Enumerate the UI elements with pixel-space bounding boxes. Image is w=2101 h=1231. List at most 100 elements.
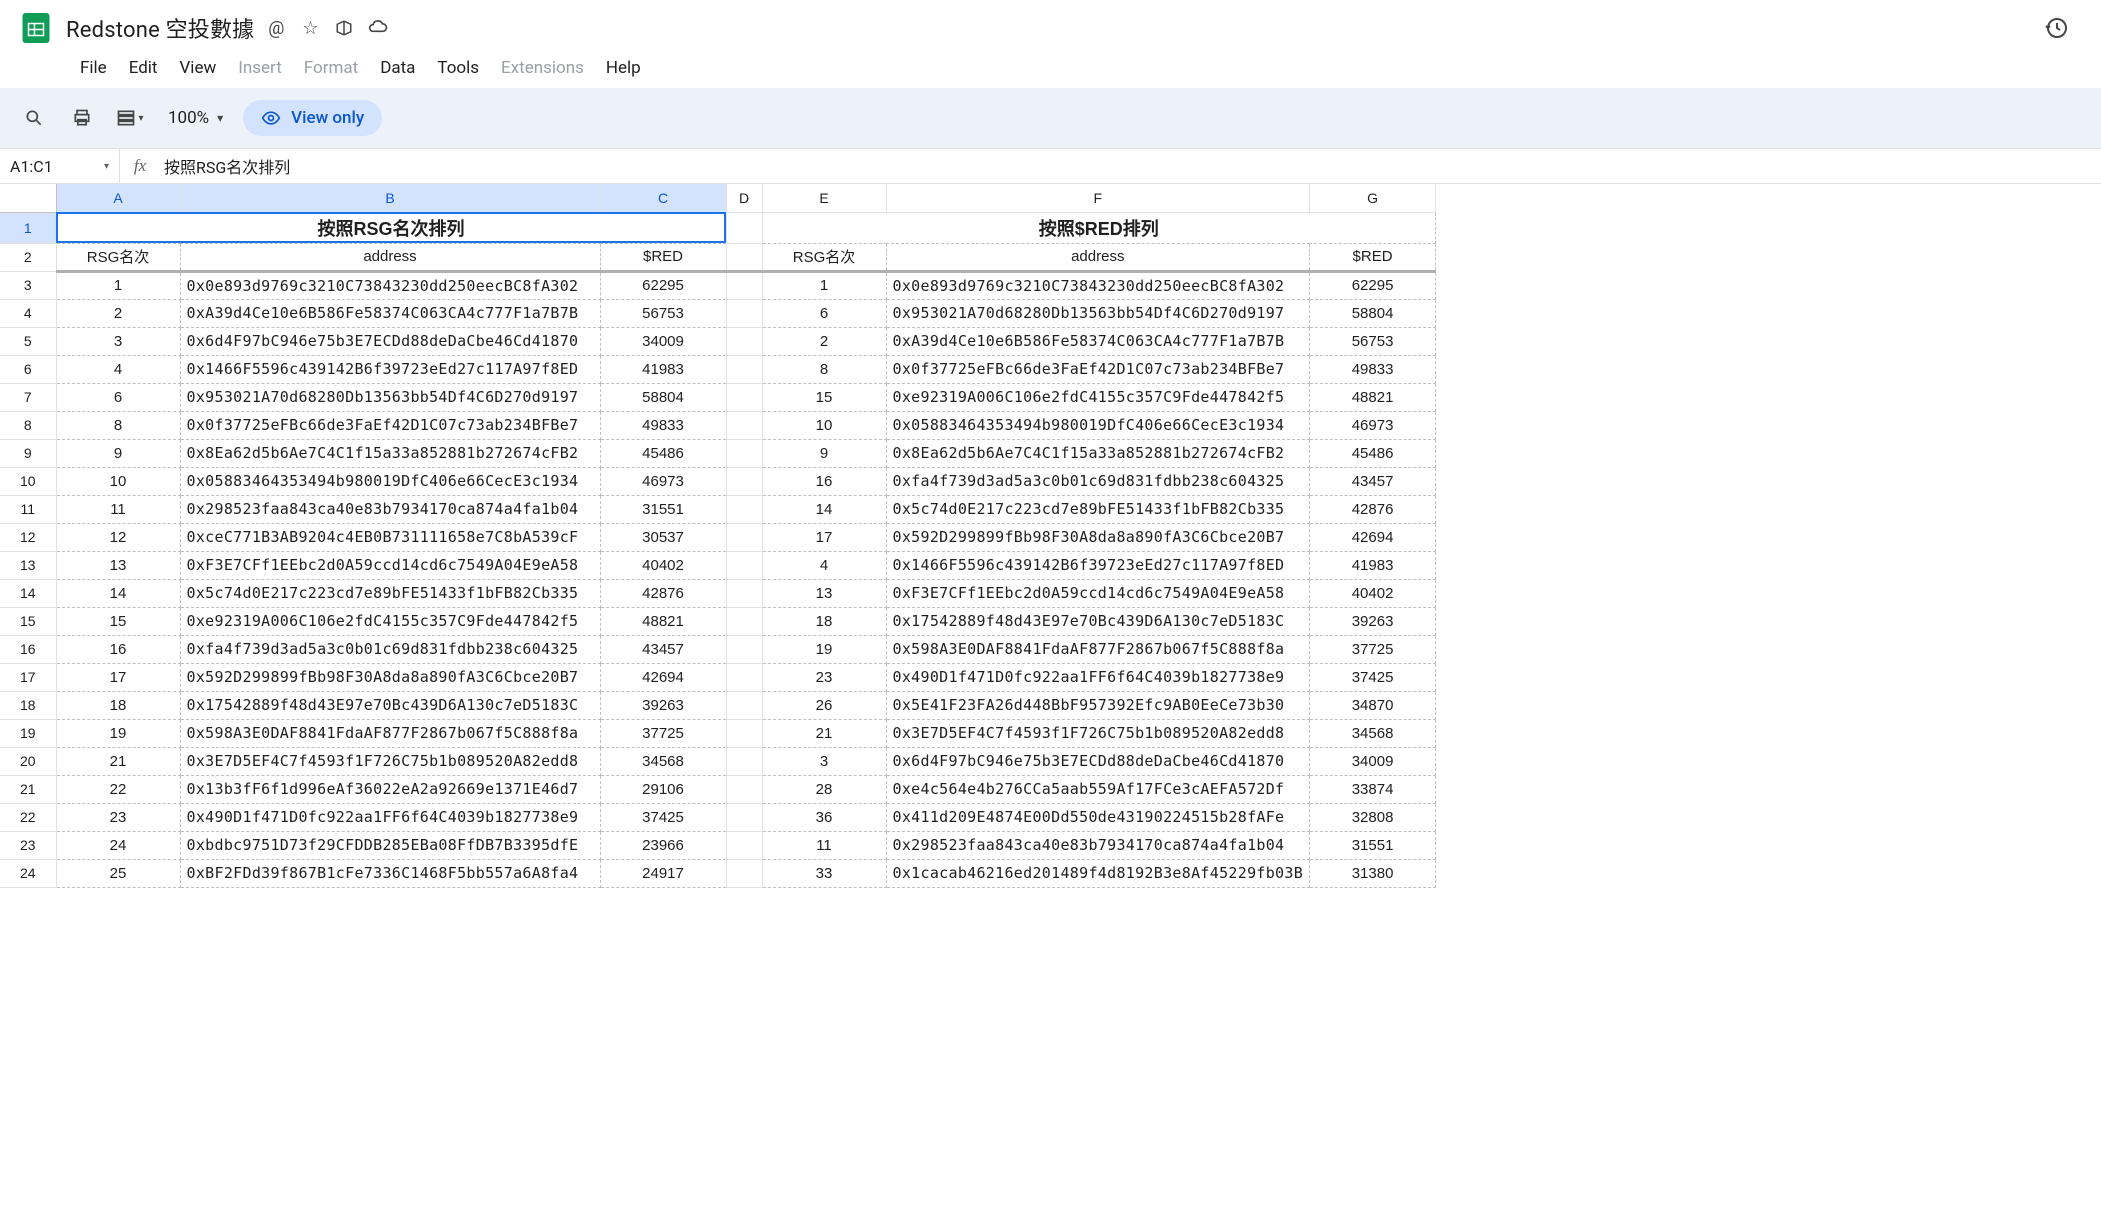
cell-B16[interactable]: 0xfa4f739d3ad5a3c0b01c69d831fdbb238c6043… (180, 635, 600, 663)
cell-A14[interactable]: 14 (56, 579, 180, 607)
cell-D8[interactable] (726, 411, 762, 439)
cell-G24[interactable]: 31380 (1310, 859, 1436, 887)
cell-B22[interactable]: 0x490D1f471D0fc922aa1FF6f64C4039b1827738… (180, 803, 600, 831)
filter-views-button[interactable]: ▾ (112, 100, 148, 136)
cell-C9[interactable]: 45486 (600, 439, 726, 467)
menu-view[interactable]: View (169, 52, 226, 84)
cell-C23[interactable]: 23966 (600, 831, 726, 859)
cell-B4[interactable]: 0xA39d4Ce10e6B586Fe58374C063CA4c777F1a7B… (180, 299, 600, 327)
row-header-16[interactable]: 16 (0, 635, 56, 663)
cell-A9[interactable]: 9 (56, 439, 180, 467)
row-header-3[interactable]: 3 (0, 271, 56, 299)
cell-E11[interactable]: 14 (762, 495, 886, 523)
cell-B9[interactable]: 0x8Ea62d5b6Ae7C4C1f15a33a852881b272674cF… (180, 439, 600, 467)
version-history-button[interactable] (2037, 8, 2077, 48)
cell-B3[interactable]: 0x0e893d9769c3210C73843230dd250eecBC8fA3… (180, 271, 600, 299)
cell-A12[interactable]: 12 (56, 523, 180, 551)
cell-G7[interactable]: 48821 (1310, 383, 1436, 411)
row-header-1[interactable]: 1 (0, 212, 56, 243)
cell-B11[interactable]: 0x298523faa843ca40e83b7934170ca874a4fa1b… (180, 495, 600, 523)
menu-data[interactable]: Data (370, 52, 425, 84)
cell-A4[interactable]: 2 (56, 299, 180, 327)
cell-A17[interactable]: 17 (56, 663, 180, 691)
row-header-6[interactable]: 6 (0, 355, 56, 383)
cell-G15[interactable]: 39263 (1310, 607, 1436, 635)
cell-E8[interactable]: 10 (762, 411, 886, 439)
row-header-12[interactable]: 12 (0, 523, 56, 551)
sheets-app-icon[interactable] (16, 8, 56, 48)
cell-D9[interactable] (726, 439, 762, 467)
select-all-corner[interactable] (0, 184, 56, 212)
cell-F18[interactable]: 0x5E41F23FA26d448BbF957392Efc9AB0EeCe73b… (886, 691, 1310, 719)
cell-E19[interactable]: 21 (762, 719, 886, 747)
cell-E15[interactable]: 18 (762, 607, 886, 635)
cell-B12[interactable]: 0xceC771B3AB9204c4EB0B731111658e7C8bA539… (180, 523, 600, 551)
cell-E14[interactable]: 13 (762, 579, 886, 607)
menu-help[interactable]: Help (596, 52, 651, 84)
cell-E12[interactable]: 17 (762, 523, 886, 551)
cell-C7[interactable]: 58804 (600, 383, 726, 411)
print-button[interactable] (64, 100, 100, 136)
cell-C10[interactable]: 46973 (600, 467, 726, 495)
formula-input[interactable]: 按照RSG名次排列 (160, 154, 2101, 178)
cell-C24[interactable]: 24917 (600, 859, 726, 887)
cell-D18[interactable] (726, 691, 762, 719)
cell-G3[interactable]: 62295 (1310, 271, 1436, 299)
cell-B10[interactable]: 0x05883464353494b980019DfC406e66CecE3c19… (180, 467, 600, 495)
cell-merged-right-title[interactable]: 按照$RED排列 (762, 212, 1436, 243)
cell-D19[interactable] (726, 719, 762, 747)
row-header-7[interactable]: 7 (0, 383, 56, 411)
cell-B5[interactable]: 0x6d4F97bC946e75b3E7ECDd88deDaCbe46Cd418… (180, 327, 600, 355)
cell-G9[interactable]: 45486 (1310, 439, 1436, 467)
row-header-13[interactable]: 13 (0, 551, 56, 579)
cell-D17[interactable] (726, 663, 762, 691)
cell-C6[interactable]: 41983 (600, 355, 726, 383)
cell-F20[interactable]: 0x6d4F97bC946e75b3E7ECDd88deDaCbe46Cd418… (886, 747, 1310, 775)
cell-A3[interactable]: 1 (56, 271, 180, 299)
cell-F17[interactable]: 0x490D1f471D0fc922aa1FF6f64C4039b1827738… (886, 663, 1310, 691)
cell-G10[interactable]: 43457 (1310, 467, 1436, 495)
row-header-20[interactable]: 20 (0, 747, 56, 775)
cell-D4[interactable] (726, 299, 762, 327)
cell-F10[interactable]: 0xfa4f739d3ad5a3c0b01c69d831fdbb238c6043… (886, 467, 1310, 495)
cell-G23[interactable]: 31551 (1310, 831, 1436, 859)
cell-F8[interactable]: 0x05883464353494b980019DfC406e66CecE3c19… (886, 411, 1310, 439)
star-icon[interactable]: ☆ (300, 18, 320, 38)
cell-A20[interactable]: 21 (56, 747, 180, 775)
cell-G14[interactable]: 40402 (1310, 579, 1436, 607)
cell-G8[interactable]: 46973 (1310, 411, 1436, 439)
row-header-15[interactable]: 15 (0, 607, 56, 635)
row-header-21[interactable]: 21 (0, 775, 56, 803)
cell-A10[interactable]: 10 (56, 467, 180, 495)
zoom-selector[interactable]: 100% ▾ (160, 108, 231, 128)
cell-E10[interactable]: 16 (762, 467, 886, 495)
cell-G6[interactable]: 49833 (1310, 355, 1436, 383)
cell-D1[interactable] (726, 212, 762, 243)
cell-B13[interactable]: 0xF3E7CFf1EEbc2d0A59ccd14cd6c7549A04E9eA… (180, 551, 600, 579)
cell-B23[interactable]: 0xbdbc9751D73f29CFDDB285EBa08FfDB7B3395d… (180, 831, 600, 859)
cell-D14[interactable] (726, 579, 762, 607)
cell-F16[interactable]: 0x598A3E0DAF8841FdaAF877F2867b067f5C888f… (886, 635, 1310, 663)
cell-F23[interactable]: 0x298523faa843ca40e83b7934170ca874a4fa1b… (886, 831, 1310, 859)
cell-B24[interactable]: 0xBF2FDd39f867B1cFe7336C1468F5bb557a6A8f… (180, 859, 600, 887)
cell-D12[interactable] (726, 523, 762, 551)
cell-B19[interactable]: 0x598A3E0DAF8841FdaAF877F2867b067f5C888f… (180, 719, 600, 747)
cell-G11[interactable]: 42876 (1310, 495, 1436, 523)
menu-tools[interactable]: Tools (427, 52, 489, 84)
cell-D10[interactable] (726, 467, 762, 495)
cell-G4[interactable]: 58804 (1310, 299, 1436, 327)
column-header-D[interactable]: D (726, 184, 762, 212)
row-header-22[interactable]: 22 (0, 803, 56, 831)
cell-F13[interactable]: 0x1466F5596c439142B6f39723eEd27c117A97f8… (886, 551, 1310, 579)
cell-A21[interactable]: 22 (56, 775, 180, 803)
cell-G18[interactable]: 34870 (1310, 691, 1436, 719)
cell-F7[interactable]: 0xe92319A006C106e2fdC4155c357C9Fde447842… (886, 383, 1310, 411)
cell-C4[interactable]: 56753 (600, 299, 726, 327)
cell-F2[interactable]: address (886, 243, 1310, 271)
search-button[interactable] (16, 100, 52, 136)
cell-D7[interactable] (726, 383, 762, 411)
cell-E5[interactable]: 2 (762, 327, 886, 355)
cell-D3[interactable] (726, 271, 762, 299)
row-header-10[interactable]: 10 (0, 467, 56, 495)
cell-E18[interactable]: 26 (762, 691, 886, 719)
